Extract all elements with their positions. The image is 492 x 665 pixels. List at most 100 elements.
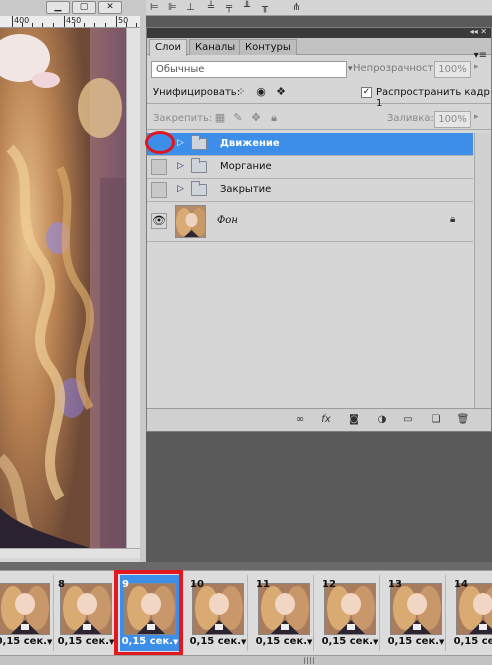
tab-layers[interactable]: Слои	[149, 39, 187, 56]
unify-position-icon[interactable]: ⁘	[234, 85, 248, 99]
photo-artwork	[0, 28, 126, 548]
link-icon[interactable]: ∞	[293, 413, 307, 427]
distribute-icon[interactable]: ╨	[244, 2, 250, 14]
layers-panel: ◂◂ ✕ Слои Каналы Контуры ▾≡ Обычные ▾ Не…	[145, 27, 492, 432]
frame-delay[interactable]: 0,15 сек.▼	[0, 636, 54, 647]
timeline-frame[interactable]: 0,15 сек.▼	[0, 575, 54, 651]
layer-name[interactable]: Движение	[220, 138, 280, 149]
layer-thumbnail	[175, 205, 206, 238]
collapse-icon[interactable]: ◂◂ ✕	[470, 27, 487, 37]
unify-visibility-icon[interactable]: ◉	[254, 85, 268, 99]
align-icon[interactable]: ⊥	[186, 2, 195, 14]
lock-transparency-icon[interactable]: ▦	[213, 111, 227, 125]
horizontal-scrollbar[interactable]	[0, 548, 140, 558]
timeline-frame[interactable]: 13 0,15 сек.▼	[386, 575, 446, 651]
layer-name[interactable]: Закрытие	[220, 184, 271, 195]
expand-triangle-icon[interactable]: ▷	[177, 161, 184, 171]
frame-delay-label: 0,15 сек.	[321, 636, 374, 647]
lock-all-icon[interactable]: 🔒︎	[267, 111, 281, 125]
tab-paths[interactable]: Контуры	[239, 39, 297, 55]
horizontal-ruler: 400 450 50	[0, 16, 140, 28]
frame-thumbnail	[324, 583, 376, 635]
unify-style-icon[interactable]: ❖	[274, 85, 288, 99]
mask-icon[interactable]: ◙	[347, 413, 361, 427]
canvas-photo[interactable]	[0, 28, 126, 548]
visibility-toggle[interactable]	[151, 159, 167, 175]
new-layer-icon[interactable]: ❏	[429, 413, 443, 427]
folder-icon	[191, 181, 207, 196]
chevron-right-icon[interactable]: ▸	[474, 62, 479, 72]
frame-delay[interactable]: 0,15 сек.▼	[386, 636, 446, 647]
frame-number: 8	[58, 579, 65, 590]
frame-thumbnail	[456, 583, 492, 635]
lock-pixels-icon[interactable]: ✎	[231, 111, 245, 125]
timeline-frame[interactable]: 14 0,15 сек.▼	[452, 575, 492, 651]
frame-delay[interactable]: 0,15 сек.▼	[56, 636, 116, 647]
eye-icon[interactable]: 👁︎	[151, 213, 167, 229]
chevron-down-icon[interactable]: ▼	[439, 638, 444, 646]
annotation-circle	[145, 131, 175, 154]
layer-row-closing[interactable]: ▷ Закрытие	[147, 179, 473, 202]
trash-icon[interactable]: 🗑︎	[456, 413, 470, 427]
opacity-input[interactable]: 100%	[434, 61, 471, 78]
blend-mode-select[interactable]: Обычные	[151, 61, 347, 78]
resize-grip-icon[interactable]	[304, 657, 316, 664]
layer-row-background[interactable]: 👁︎ Фон 🔒︎	[147, 202, 473, 242]
timeline-frame[interactable]: 10 0,15 сек.▼	[188, 575, 248, 651]
frame-delay[interactable]: 0,15 сек.▼	[452, 636, 492, 647]
frame-number: 13	[388, 579, 402, 590]
auto-align-icon[interactable]: ⋔	[292, 2, 300, 14]
timeline-frame[interactable]: 12 0,15 сек.▼	[320, 575, 380, 651]
panel-tabs: Слои Каналы Контуры ▾≡	[147, 38, 491, 61]
frame-delay[interactable]: 0,15 сек.▼	[188, 636, 248, 647]
adjustment-icon[interactable]: ◑	[375, 413, 389, 427]
fill-input[interactable]: 100%	[434, 111, 471, 128]
folder-icon	[191, 135, 207, 150]
frame-delay-label: 0,15 сек.	[189, 636, 242, 647]
restore-button[interactable]: ▢	[72, 1, 96, 14]
frame-delay[interactable]: 0,15 сек.▼	[320, 636, 380, 647]
align-icon[interactable]: ⊨	[150, 2, 159, 14]
layer-name[interactable]: Моргание	[220, 161, 272, 172]
lock-position-icon[interactable]: ✥	[249, 111, 263, 125]
visibility-toggle[interactable]	[151, 182, 167, 198]
distribute-icon[interactable]: ╧	[208, 2, 214, 14]
frame-delay[interactable]: 0,15 сек.▼	[254, 636, 314, 647]
chevron-down-icon[interactable]: ▼	[373, 638, 378, 646]
distribute-icon[interactable]: ╥	[262, 2, 268, 14]
frame-number: 14	[454, 579, 468, 590]
distribute-icon[interactable]: ╤	[226, 2, 232, 14]
layers-scrollbar[interactable]	[474, 133, 491, 408]
frame-delay-label: 0,15 сек.	[0, 636, 48, 647]
chevron-right-icon[interactable]: ▸	[474, 112, 479, 122]
chevron-down-icon[interactable]: ▼	[307, 638, 312, 646]
frame-delay-label: 0,15 сек.	[57, 636, 110, 647]
frame-number: 11	[256, 579, 270, 590]
tab-channels[interactable]: Каналы	[189, 39, 242, 55]
close-button[interactable]: ✕	[98, 1, 122, 14]
layer-row-movement[interactable]: ▷ Движение	[145, 131, 473, 156]
folder-icon	[191, 158, 207, 173]
propagate-checkbox[interactable]: ✓	[361, 87, 372, 98]
frame-delay-label: 0,15 сек.	[453, 636, 492, 647]
panel-footer: ∞ fx ◙ ◑ ▭ ❏ 🗑︎	[147, 408, 491, 431]
minimize-button[interactable]: ▁	[46, 1, 70, 14]
frame-thumbnail	[258, 583, 310, 635]
align-icon[interactable]: ⊫	[168, 2, 177, 14]
frame-thumbnail	[390, 583, 442, 635]
timeline-frame[interactable]: 11 0,15 сек.▼	[254, 575, 314, 651]
timeline-frame[interactable]: 8 0,15 сек.▼	[56, 575, 116, 651]
fx-icon[interactable]: fx	[319, 413, 333, 427]
frame-thumbnail	[192, 583, 244, 635]
layer-row-blink[interactable]: ▷ Моргание	[147, 156, 473, 179]
chevron-down-icon[interactable]: ▼	[47, 638, 52, 646]
vertical-scrollbar[interactable]	[126, 28, 140, 548]
layer-name[interactable]: Фон	[217, 215, 238, 226]
opacity-label: Непрозрачность:	[353, 63, 443, 74]
expand-triangle-icon[interactable]: ▷	[177, 138, 184, 148]
new-group-icon[interactable]: ▭	[401, 413, 415, 427]
lock-icon: 🔒︎	[450, 214, 456, 225]
frame-thumbnail	[60, 583, 112, 635]
expand-triangle-icon[interactable]: ▷	[177, 184, 184, 194]
chevron-down-icon[interactable]: ▼	[241, 638, 246, 646]
